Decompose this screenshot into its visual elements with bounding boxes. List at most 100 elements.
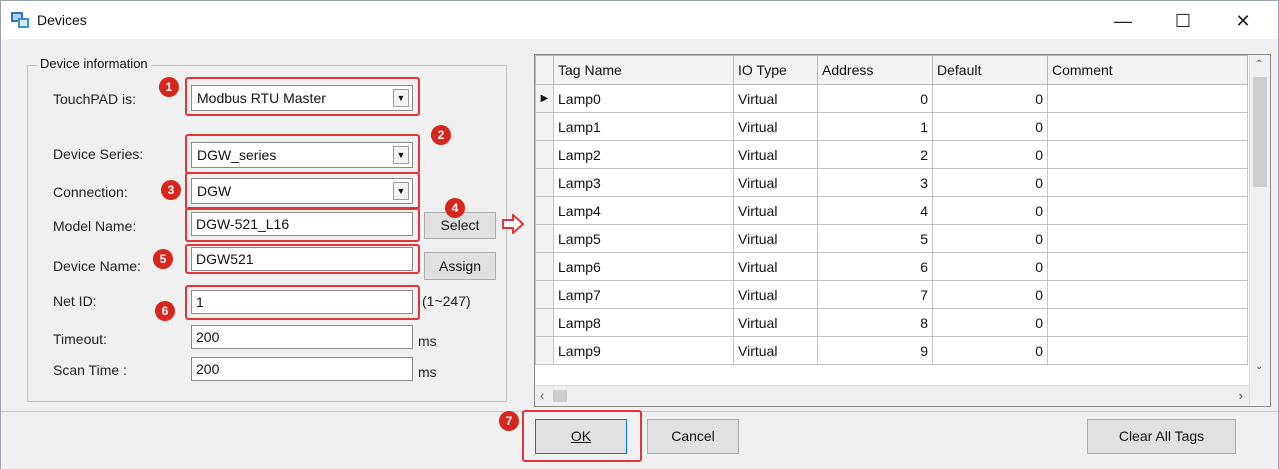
comment-cell[interactable] (1047, 252, 1248, 281)
row-header[interactable] (535, 280, 554, 309)
row-header[interactable] (535, 196, 554, 225)
tag-name-cell[interactable]: Lamp1 (553, 112, 734, 141)
comment-cell[interactable] (1047, 280, 1248, 309)
address-cell[interactable]: 4 (817, 196, 933, 225)
comment-cell[interactable] (1047, 308, 1248, 337)
row-header[interactable] (535, 112, 554, 141)
touchpad-select[interactable]: Modbus RTU Master ▼ (191, 85, 413, 111)
default-cell[interactable]: 0 (932, 84, 1048, 113)
row-header[interactable] (535, 308, 554, 337)
address-cell[interactable]: 7 (817, 280, 933, 309)
address-cell[interactable]: 8 (817, 308, 933, 337)
tag-name-cell[interactable]: Lamp6 (553, 252, 734, 281)
table-row[interactable]: Lamp4 Virtual 4 0 (535, 196, 1248, 225)
column-header-io-type[interactable]: IO Type (733, 55, 818, 85)
clear-all-tags-button[interactable]: Clear All Tags (1087, 419, 1236, 454)
default-cell[interactable]: 0 (932, 224, 1048, 253)
column-header-address[interactable]: Address (817, 55, 933, 85)
table-row[interactable]: Lamp6 Virtual 6 0 (535, 252, 1248, 281)
io-type-cell[interactable]: Virtual (733, 224, 818, 253)
address-cell[interactable]: 9 (817, 336, 933, 365)
address-cell[interactable]: 5 (817, 224, 933, 253)
scroll-right-arrow-icon[interactable]: › (1239, 388, 1243, 403)
comment-cell[interactable] (1047, 140, 1248, 169)
io-type-cell[interactable]: Virtual (733, 140, 818, 169)
io-type-cell[interactable]: Virtual (733, 308, 818, 337)
address-cell[interactable]: 2 (817, 140, 933, 169)
table-row[interactable]: Lamp2 Virtual 2 0 (535, 140, 1248, 169)
minimize-button[interactable]: — (1101, 7, 1145, 35)
ok-button[interactable]: OK (535, 419, 627, 454)
io-type-cell[interactable]: Virtual (733, 252, 818, 281)
model-name-field[interactable]: DGW-521_L16 (191, 212, 413, 236)
chevron-down-icon[interactable]: ▼ (393, 146, 409, 164)
default-cell[interactable]: 0 (932, 252, 1048, 281)
table-row[interactable]: Lamp1 Virtual 1 0 (535, 112, 1248, 141)
column-header-default[interactable]: Default (932, 55, 1048, 85)
table-row[interactable]: Lamp9 Virtual 9 0 (535, 336, 1248, 365)
vertical-scroll-thumb[interactable] (1253, 77, 1267, 187)
tag-name-cell[interactable]: Lamp3 (553, 168, 734, 197)
row-header[interactable] (535, 224, 554, 253)
horizontal-scrollbar[interactable]: ‹ › (535, 385, 1249, 406)
io-type-cell[interactable]: Virtual (733, 112, 818, 141)
row-header[interactable] (535, 140, 554, 169)
scroll-left-arrow-icon[interactable]: ‹ (540, 388, 544, 403)
column-header-comment[interactable]: Comment (1047, 55, 1248, 85)
net-id-field[interactable]: 1 (191, 290, 413, 314)
table-row[interactable]: Lamp7 Virtual 7 0 (535, 280, 1248, 309)
chevron-down-icon[interactable]: ▼ (393, 89, 409, 107)
tag-name-cell[interactable]: Lamp4 (553, 196, 734, 225)
device-name-field[interactable]: DGW521 (191, 247, 413, 271)
comment-cell[interactable] (1047, 84, 1248, 113)
assign-button[interactable]: Assign (424, 252, 496, 280)
default-cell[interactable]: 0 (932, 168, 1048, 197)
tag-name-cell[interactable]: Lamp8 (553, 308, 734, 337)
default-cell[interactable]: 0 (932, 280, 1048, 309)
address-cell[interactable]: 1 (817, 112, 933, 141)
io-type-cell[interactable]: Virtual (733, 84, 818, 113)
scroll-up-arrow-icon[interactable]: ⌃ (1255, 59, 1263, 70)
comment-cell[interactable] (1047, 168, 1248, 197)
timeout-field[interactable]: 200 (191, 325, 413, 349)
close-button[interactable]: ✕ (1221, 7, 1265, 35)
io-type-cell[interactable]: Virtual (733, 168, 818, 197)
row-header[interactable] (535, 168, 554, 197)
device-series-select[interactable]: DGW_series ▼ (191, 142, 413, 168)
table-row[interactable]: Lamp8 Virtual 8 0 (535, 308, 1248, 337)
default-cell[interactable]: 0 (932, 308, 1048, 337)
default-cell[interactable]: 0 (932, 336, 1048, 365)
column-header-tag-name[interactable]: Tag Name (553, 55, 734, 85)
io-type-cell[interactable]: Virtual (733, 280, 818, 309)
table-row[interactable]: ▶ Lamp0 Virtual 0 0 (535, 84, 1248, 113)
row-header[interactable] (535, 336, 554, 365)
io-type-cell[interactable]: Virtual (733, 336, 818, 365)
comment-cell[interactable] (1047, 224, 1248, 253)
tag-name-cell[interactable]: Lamp2 (553, 140, 734, 169)
scan-time-field[interactable]: 200 (191, 357, 413, 381)
chevron-down-icon[interactable]: ▼ (393, 182, 409, 200)
connection-select[interactable]: DGW ▼ (191, 178, 413, 204)
horizontal-scroll-thumb[interactable] (553, 390, 567, 402)
cancel-button[interactable]: Cancel (647, 419, 739, 454)
address-cell[interactable]: 6 (817, 252, 933, 281)
default-cell[interactable]: 0 (932, 140, 1048, 169)
row-header[interactable] (535, 252, 554, 281)
default-cell[interactable]: 0 (932, 112, 1048, 141)
comment-cell[interactable] (1047, 196, 1248, 225)
table-row[interactable]: Lamp5 Virtual 5 0 (535, 224, 1248, 253)
tag-name-cell[interactable]: Lamp7 (553, 280, 734, 309)
table-row[interactable]: Lamp3 Virtual 3 0 (535, 168, 1248, 197)
address-cell[interactable]: 3 (817, 168, 933, 197)
scroll-down-arrow-icon[interactable]: ⌄ (1255, 361, 1263, 372)
tag-name-cell[interactable]: Lamp9 (553, 336, 734, 365)
comment-cell[interactable] (1047, 336, 1248, 365)
tag-name-cell[interactable]: Lamp5 (553, 224, 734, 253)
io-type-cell[interactable]: Virtual (733, 196, 818, 225)
tag-name-cell[interactable]: Lamp0 (553, 84, 734, 113)
comment-cell[interactable] (1047, 112, 1248, 141)
vertical-scrollbar[interactable]: ⌃ ⌄ (1249, 55, 1270, 405)
default-cell[interactable]: 0 (932, 196, 1048, 225)
address-cell[interactable]: 0 (817, 84, 933, 113)
maximize-button[interactable]: ☐ (1161, 7, 1205, 35)
